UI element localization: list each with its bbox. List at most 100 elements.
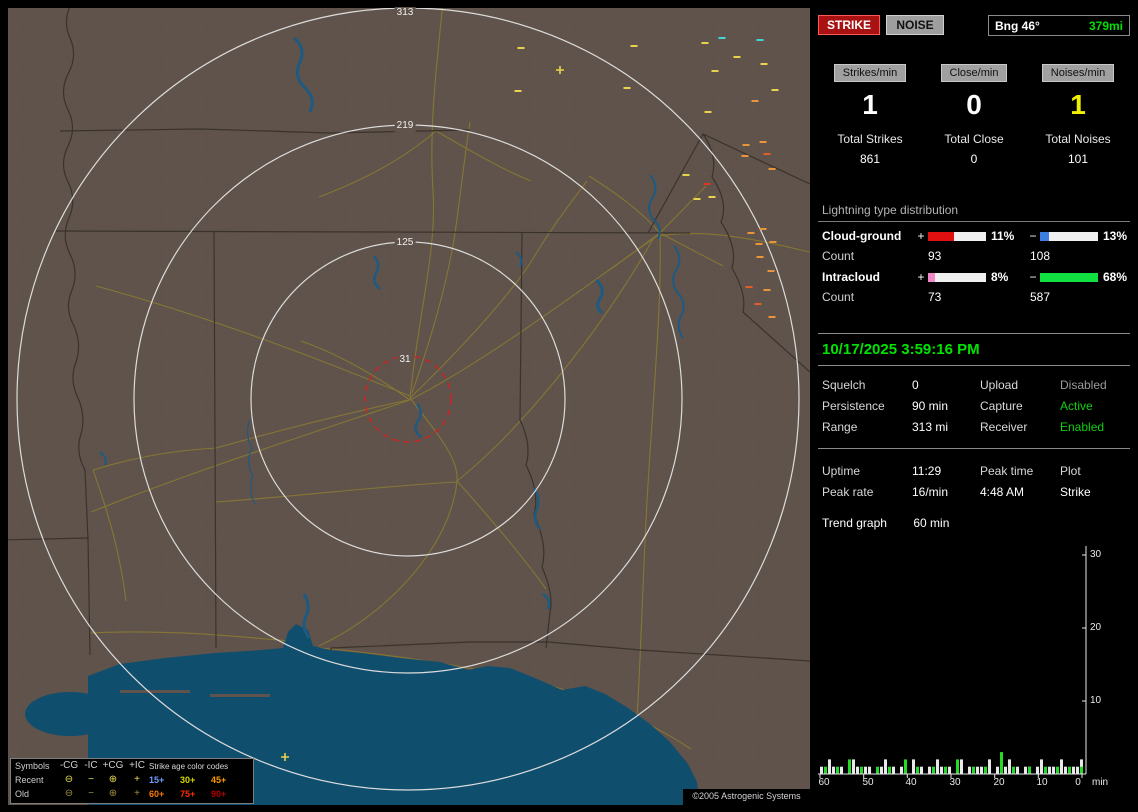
stats-section: Uptime 11:29 Peak time Plot Peak rate 16… [818,460,1130,502]
cloud-ground-row: Cloud-ground + 11% − 13% [818,222,1130,243]
trend-bar-noise [1016,767,1019,774]
neg-cg-header: -CG [57,761,81,771]
noises-per-min-chip[interactable]: Noises/min [1042,64,1114,82]
plus-sign: + [914,229,928,243]
ic-positive-pct: 8% [986,270,1026,284]
age-45: 45+ [211,775,242,785]
strike-symbol-dash [761,63,768,65]
status-section: Squelch 0 Upload Disabled Persistence 90… [818,374,1130,437]
copyright-notice: ©2005 Astrogenic Systems [683,789,810,805]
strike-symbol-dash [694,198,701,200]
age-codes-header: Strike age color codes [149,762,242,771]
cg-negative-count: 108 [1030,249,1050,263]
trend-bar-noise [884,759,887,774]
trend-bar-strike [1080,767,1083,774]
trend-bar-strike [1056,767,1059,774]
trend-bar-noise [880,767,883,774]
strike-symbol-dash [683,174,690,176]
trend-bar-noise [832,767,835,774]
uptime-value: 11:29 [912,464,980,478]
trend-bar-noise [892,767,895,774]
uptime-label: Uptime [822,464,912,478]
peak-rate-value: 16/min [912,485,980,499]
trend-graph-header: Trend graph 60 min [822,516,949,530]
strike-symbol-dash [704,183,711,185]
trend-bar-strike [1012,767,1015,774]
count-label: Count [822,249,854,263]
noise-button[interactable]: NOISE [886,15,944,35]
map-legend: Symbols -CG -IC +CG +IC Strike age color… [10,758,254,804]
minus-sign: − [1026,229,1040,243]
trend-window-value: 60 min [913,516,949,530]
age-60: 60+ [149,789,180,799]
y-tick-10: 10 [1090,695,1114,706]
recent-neg-cg-icon: ⊖ [57,775,81,785]
capture-label: Capture [980,399,1060,413]
trend-bar-strike [1028,767,1031,774]
peak-rate-label: Peak rate [822,485,912,499]
strike-symbol-dash [764,153,771,155]
age-75: 75+ [180,789,211,799]
trend-ticks [820,555,1086,778]
peak-time-value: 4:48 AM [980,485,1060,499]
status-row-range: Range 313 mi Receiver Enabled [818,416,1130,437]
trend-bar-noise [912,759,915,774]
x-tick-60: 60 [814,777,834,788]
trend-bar-noise [820,767,823,774]
total-strikes-label: Total Strikes [818,132,922,146]
intracloud-row: Intracloud + 8% − 68% [818,263,1130,284]
total-noises-value: 101 [1026,152,1130,166]
upload-value: Disabled [1060,378,1130,392]
strike-symbol-dash [705,111,712,113]
recent-pos-ic-icon: + [125,775,149,785]
pos-cg-header: +CG [101,761,125,771]
old-pos-ic-icon: + [125,789,149,799]
trend-bar-strike [1068,767,1071,774]
trend-bar-noise [976,767,979,774]
trend-bar-strike [916,767,919,774]
strike-symbol-dash [515,90,522,92]
receiver-label: Receiver [980,420,1060,434]
trend-bar-noise [828,759,831,774]
lightning-map[interactable]: 31 125 219 313 Symbols -CG -IC +CG +IC S… [8,8,810,805]
trend-bar-noise [1060,759,1063,774]
strikes-per-min-chip[interactable]: Strikes/min [834,64,906,82]
close-per-min-chip[interactable]: Close/min [941,64,1008,82]
trend-graph-label: Trend graph [822,516,910,530]
lightning-type-distribution: Lightning type distribution Cloud-ground… [818,201,1130,304]
trend-bar-noise [968,767,971,774]
ring-label-125: 125 [395,237,416,249]
peak-time-label: Peak time [980,464,1060,478]
trend-bar-noise [1008,759,1011,774]
trend-bar-noise [996,767,999,774]
strikes-rate-value: 1 [818,88,922,124]
minus-sign: − [1026,270,1040,284]
strikes-column: Strikes/min 1 Total Strikes 861 [818,63,922,166]
symbols-header: Symbols [15,761,57,771]
trend-bar-noise [920,767,923,774]
status-row-squelch: Squelch 0 Upload Disabled [818,374,1130,395]
stats-row-labels: Uptime 11:29 Peak time Plot [818,460,1130,481]
x-tick-50: 50 [858,777,878,788]
trend-bar-strike [848,759,851,774]
x-tick-0: 0 [1068,777,1088,788]
cg-negative-pct: 13% [1098,229,1130,243]
trend-bar-noise [868,767,871,774]
distribution-heading: Lightning type distribution [818,201,1130,222]
strike-symbol-dash [624,87,631,89]
total-close-label: Total Close [922,132,1026,146]
x-tick-20: 20 [989,777,1009,788]
trend-bar-strike [888,767,891,774]
trend-bar-noise [988,759,991,774]
x-axis-unit: min [1092,777,1108,788]
trend-bar-noise [1052,767,1055,774]
recent-neg-ic-icon: − [81,775,101,785]
lake-pontchartrain [25,692,115,736]
count-label: Count [822,290,854,304]
strike-button[interactable]: STRIKE [818,15,880,35]
trend-bar-strike [860,767,863,774]
trend-bar-noise [1064,767,1067,774]
total-strikes-value: 861 [818,152,922,166]
intracloud-label: Intracloud [822,270,914,284]
ic-negative-pct: 68% [1098,270,1130,284]
